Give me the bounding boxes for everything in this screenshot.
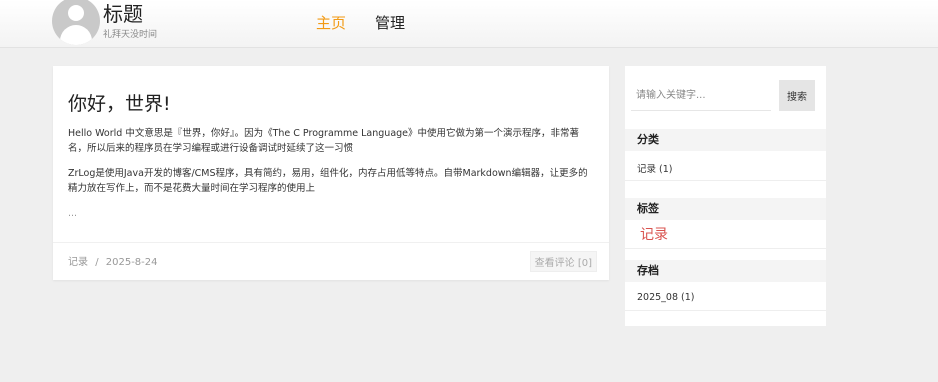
meta-separator: / [95,257,99,268]
category-item[interactable]: 记录 (1) [637,161,672,175]
sidebar: 搜索 分类 记录 (1) 标签 记录 存档 2025_08 (1) [625,66,826,326]
avatar-body-shape [60,25,92,45]
archives-heading: 存档 [625,260,826,282]
search-input[interactable] [631,80,771,111]
site-title[interactable]: 标题 [103,2,143,26]
tags-heading: 标签 [625,198,826,220]
article-footer: 记录 / 2025-8-24 查看评论 [0] [53,242,609,280]
nav-admin-link[interactable]: 管理 [375,12,405,33]
article-body: Hello World 中文意思是『世界，你好』。因为《The C Progra… [68,126,593,231]
archive-item[interactable]: 2025_08 (1) [637,292,695,303]
article-category-link[interactable]: 记录 [68,257,88,268]
top-header: 标题 礼拜天没时间 主页 管理 [0,0,938,48]
tag-item[interactable]: 记录 [640,224,668,244]
widget-divider [625,180,826,181]
nav-home-link[interactable]: 主页 [316,12,346,33]
avatar[interactable] [52,0,100,45]
widget-divider [625,248,826,249]
article-card: 你好，世界! Hello World 中文意思是『世界，你好』。因为《The C… [53,66,609,280]
article-paragraph: ZrLog是使用Java开发的博客/CMS程序，具有简约，易用，组件化，内存占用… [68,168,588,194]
article-meta: 记录 / 2025-8-24 [68,253,158,268]
site-subtitle: 礼拜天没时间 [103,30,158,40]
article-paragraph: Hello World 中文意思是『世界，你好』。因为《The C Progra… [68,128,580,154]
article-title[interactable]: 你好，世界! [68,92,171,116]
article-ellipsis: ... [68,208,78,219]
article-date: 2025-8-24 [105,257,158,268]
widget-divider [625,310,826,311]
search-button[interactable]: 搜索 [779,80,815,111]
avatar-head-shape [68,5,84,21]
categories-heading: 分类 [625,129,826,151]
view-comments-link[interactable]: 查看评论 [0] [529,251,597,272]
